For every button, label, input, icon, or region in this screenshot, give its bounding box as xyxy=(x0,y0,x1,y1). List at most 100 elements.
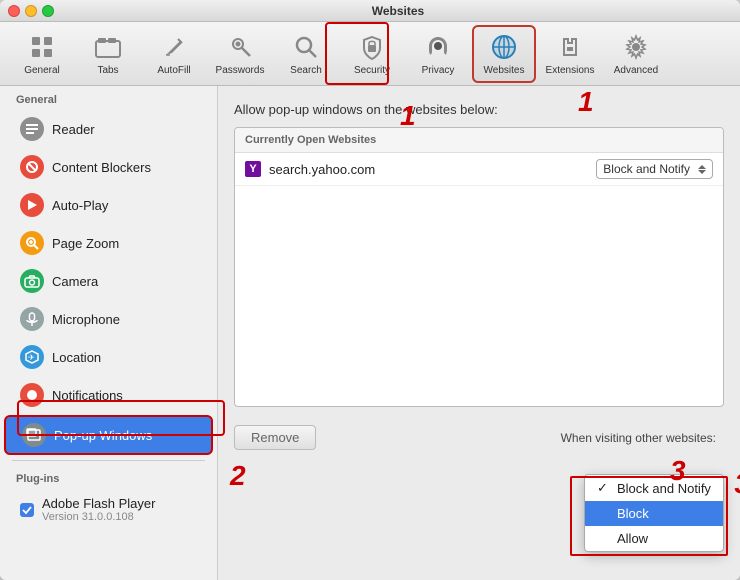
toolbar-label-autofill: AutoFill xyxy=(157,65,190,76)
block-notify-select[interactable]: Block and Notify xyxy=(596,159,713,179)
reader-icon xyxy=(20,117,44,141)
checkmark-block-and-notify: ✓ xyxy=(597,480,611,496)
toolbar-item-websites[interactable]: Websites xyxy=(472,25,536,83)
toolbar-label-extensions: Extensions xyxy=(546,65,595,76)
sidebar-item-notifications[interactable]: Notifications xyxy=(4,377,213,413)
annotation-3: 3 xyxy=(734,468,740,500)
toolbar-item-search[interactable]: Search xyxy=(274,25,338,83)
sidebar-item-label-popup-windows: Pop-up Windows xyxy=(54,428,152,443)
toolbar-item-advanced[interactable]: Advanced xyxy=(604,25,668,83)
tabs-icon xyxy=(92,31,124,63)
toolbar-label-search: Search xyxy=(290,65,322,76)
toolbar-label-privacy: Privacy xyxy=(422,65,455,76)
window-title: Websites xyxy=(64,4,732,18)
dropdown-item-block-and-notify[interactable]: ✓ Block and Notify xyxy=(585,475,723,501)
sidebar-item-label-location: Location xyxy=(52,350,101,365)
dropdown-label-block-and-notify: Block and Notify xyxy=(617,481,711,496)
remove-button[interactable]: Remove xyxy=(234,425,316,450)
plugin-checkbox-adobe-flash[interactable] xyxy=(20,503,34,517)
close-button[interactable] xyxy=(8,5,20,17)
other-websites-label: When visiting other websites: xyxy=(326,431,724,445)
extensions-icon xyxy=(554,31,586,63)
dropdown-label-allow: Allow xyxy=(617,531,648,546)
website-row: Y search.yahoo.com Block and Notify xyxy=(235,153,723,186)
sidebar-item-location[interactable]: ✈ Location xyxy=(4,339,213,375)
select-arrows xyxy=(698,165,706,174)
toolbar: General Tabs AutoFill xyxy=(0,22,740,86)
privacy-icon xyxy=(422,31,454,63)
traffic-lights xyxy=(8,5,54,17)
dropdown-item-block[interactable]: Block xyxy=(585,501,723,526)
plugins-section-label: Plug-ins xyxy=(0,465,217,489)
yahoo-favicon: Y xyxy=(245,161,261,177)
sidebar-general-label: General xyxy=(0,86,217,110)
toolbar-item-extensions[interactable]: Extensions xyxy=(538,25,602,83)
content-panel: 1 Allow pop-up windows on the websites b… xyxy=(218,86,740,580)
toolbar-label-passwords: Passwords xyxy=(216,65,265,76)
microphone-icon xyxy=(20,307,44,331)
notifications-icon xyxy=(20,383,44,407)
sidebar-divider xyxy=(12,460,205,461)
popup-windows-icon xyxy=(22,423,46,447)
app-window: Websites General Tabs xyxy=(0,0,740,580)
dropdown-item-allow[interactable]: Allow xyxy=(585,526,723,551)
dropdown-label-block: Block xyxy=(617,506,649,521)
sidebar-item-label-auto-play: Auto-Play xyxy=(52,198,108,213)
plugin-info-adobe-flash: Adobe Flash Player Version 31.0.0.108 xyxy=(42,496,155,523)
sidebar-item-page-zoom[interactable]: Page Zoom xyxy=(4,225,213,261)
toolbar-label-advanced: Advanced xyxy=(614,65,658,76)
toolbar-item-privacy[interactable]: Privacy xyxy=(406,25,470,83)
select-value: Block and Notify xyxy=(603,162,690,176)
content-blockers-icon xyxy=(20,155,44,179)
autofill-icon xyxy=(158,31,190,63)
plugin-name-adobe-flash: Adobe Flash Player xyxy=(42,496,155,511)
plugin-version-adobe-flash: Version 31.0.0.108 xyxy=(42,511,155,523)
maximize-button[interactable] xyxy=(42,5,54,17)
location-icon: ✈ xyxy=(20,345,44,369)
select-arrow-up-icon xyxy=(698,165,706,169)
passwords-icon xyxy=(224,31,256,63)
websites-icon xyxy=(488,31,520,63)
toolbar-item-autofill[interactable]: AutoFill xyxy=(142,25,206,83)
currently-open-label: Currently Open Websites xyxy=(235,128,723,153)
toolbar-item-general[interactable]: General xyxy=(10,25,74,83)
toolbar-label-tabs: Tabs xyxy=(97,65,118,76)
toolbar-item-security[interactable]: Security xyxy=(340,25,404,83)
sidebar-item-auto-play[interactable]: Auto-Play xyxy=(4,187,213,223)
sidebar-item-label-camera: Camera xyxy=(52,274,98,289)
select-arrow-down-icon xyxy=(698,170,706,174)
bottom-bar: Remove When visiting other websites: xyxy=(234,417,724,450)
toolbar-label-websites: Websites xyxy=(484,65,525,76)
sidebar-item-label-microphone: Microphone xyxy=(52,312,120,327)
title-bar: Websites xyxy=(0,0,740,22)
page-zoom-icon xyxy=(20,231,44,255)
minimize-button[interactable] xyxy=(25,5,37,17)
toolbar-label-general: General xyxy=(24,65,60,76)
sidebar-item-content-blockers[interactable]: Content Blockers xyxy=(4,149,213,185)
toolbar-item-passwords[interactable]: Passwords xyxy=(208,25,272,83)
security-icon xyxy=(356,31,388,63)
sidebar-item-microphone[interactable]: Microphone xyxy=(4,301,213,337)
general-icon xyxy=(26,31,58,63)
sidebar-item-popup-windows[interactable]: Pop-up Windows xyxy=(4,415,213,455)
sidebar-item-reader[interactable]: Reader xyxy=(4,111,213,147)
advanced-icon xyxy=(620,31,652,63)
main-area: General Reader Content Blockers xyxy=(0,86,740,580)
sidebar-item-camera[interactable]: Camera xyxy=(4,263,213,299)
svg-text:✈: ✈ xyxy=(28,353,35,362)
sidebar-item-label-reader: Reader xyxy=(52,122,95,137)
toolbar-label-security: Security xyxy=(354,65,390,76)
content-description: Allow pop-up windows on the websites bel… xyxy=(234,102,724,117)
auto-play-icon xyxy=(20,193,44,217)
sidebar-item-label-notifications: Notifications xyxy=(52,388,123,403)
sidebar-item-label-content-blockers: Content Blockers xyxy=(52,160,151,175)
sidebar-item-label-page-zoom: Page Zoom xyxy=(52,236,119,251)
camera-icon xyxy=(20,269,44,293)
website-url: search.yahoo.com xyxy=(269,162,596,177)
toolbar-item-tabs[interactable]: Tabs xyxy=(76,25,140,83)
websites-box: Currently Open Websites Y search.yahoo.c… xyxy=(234,127,724,407)
sidebar: General Reader Content Blockers xyxy=(0,86,218,580)
plugin-item-adobe-flash[interactable]: Adobe Flash Player Version 31.0.0.108 xyxy=(4,490,213,529)
search-icon xyxy=(290,31,322,63)
dropdown-menu: ✓ Block and Notify Block Allow xyxy=(584,474,724,552)
